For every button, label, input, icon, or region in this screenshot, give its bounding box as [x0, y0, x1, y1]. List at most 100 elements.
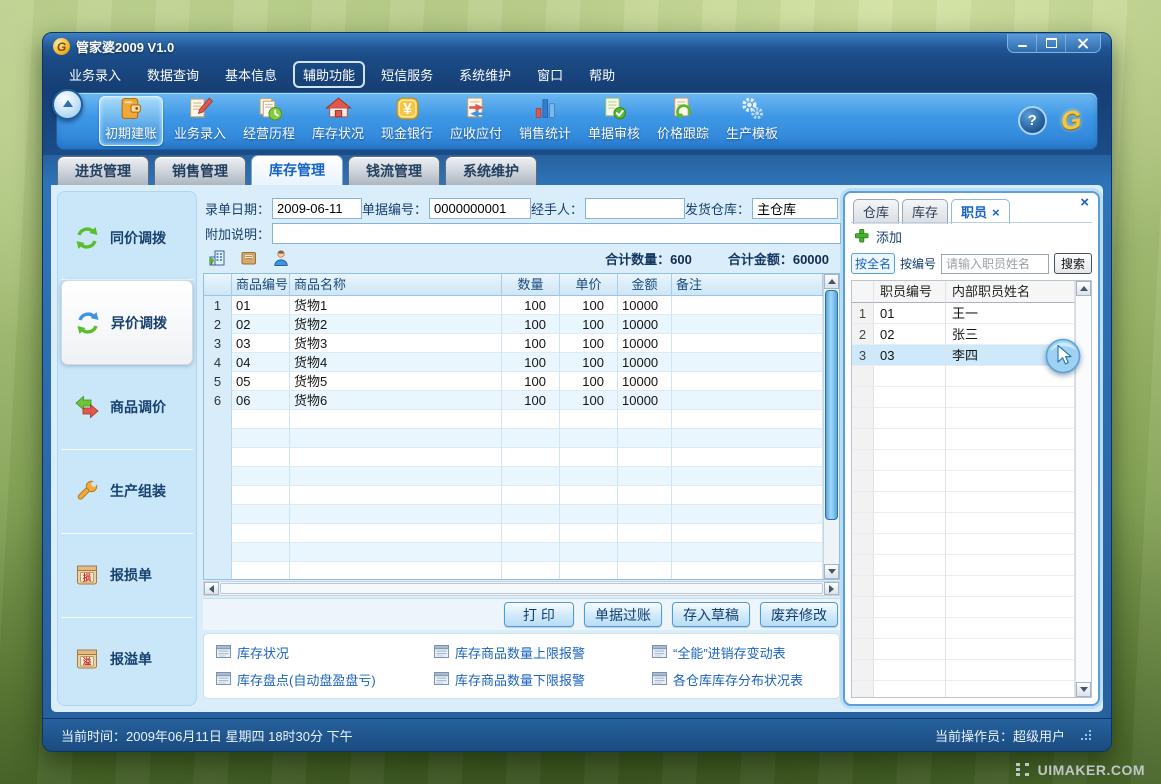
- filter-by-fullname-button[interactable]: 按全名: [851, 253, 895, 274]
- staff-empty-row[interactable]: [852, 408, 1075, 429]
- menu-item-6[interactable]: 窗口: [527, 61, 573, 88]
- toolbar-button-5[interactable]: 应收应付: [444, 96, 508, 146]
- handler-field-input[interactable]: [585, 198, 685, 219]
- staff-empty-row[interactable]: [852, 492, 1075, 513]
- tab-close-icon[interactable]: ×: [992, 205, 1000, 220]
- quick-link-4[interactable]: 库存商品数量下限报警: [434, 670, 652, 689]
- staff-empty-row[interactable]: [852, 366, 1075, 387]
- side-panel-tab-1[interactable]: 库存: [902, 199, 948, 224]
- items-empty-row[interactable]: [204, 505, 823, 524]
- minimize-button[interactable]: [1008, 34, 1037, 52]
- items-vertical-scrollbar[interactable]: [823, 274, 839, 579]
- scroll-down-button[interactable]: [1076, 682, 1091, 697]
- items-empty-row[interactable]: [204, 562, 823, 579]
- staff-empty-row[interactable]: [852, 597, 1075, 618]
- action-button-1[interactable]: 单据过账: [584, 602, 662, 627]
- action-button-3[interactable]: 废弃修改: [760, 602, 838, 627]
- scrollbar-thumb[interactable]: [825, 290, 838, 520]
- items-empty-row[interactable]: [204, 467, 823, 486]
- sidebar-item-1[interactable]: 异价调拨: [61, 280, 193, 365]
- warehouse-mini-icon[interactable]: [207, 248, 227, 268]
- sidebar-item-5[interactable]: 溢报溢单: [61, 618, 193, 701]
- toolbar-button-6[interactable]: 销售统计: [513, 96, 577, 146]
- menu-item-5[interactable]: 系统维护: [449, 61, 521, 88]
- note-input[interactable]: [272, 223, 841, 244]
- quick-link-0[interactable]: 库存状况: [216, 643, 434, 662]
- quick-link-1[interactable]: 库存商品数量上限报警: [434, 643, 652, 662]
- items-empty-row[interactable]: [204, 524, 823, 543]
- items-empty-row[interactable]: [204, 448, 823, 467]
- staff-empty-row[interactable]: [852, 681, 1075, 697]
- scroll-up-button[interactable]: [1076, 281, 1091, 296]
- staff-empty-row[interactable]: [852, 618, 1075, 639]
- action-button-2[interactable]: 存入草稿: [672, 602, 750, 627]
- menu-item-0[interactable]: 业务录入: [59, 61, 131, 88]
- staff-empty-row[interactable]: [852, 555, 1075, 576]
- quick-link-3[interactable]: 库存盘点(自动盘盈盘亏): [216, 670, 434, 689]
- module-tab-0[interactable]: 进货管理: [57, 156, 149, 185]
- action-button-0[interactable]: 打 印: [504, 602, 574, 627]
- menu-item-7[interactable]: 帮助: [579, 61, 625, 88]
- help-icon[interactable]: ?: [1018, 106, 1047, 135]
- staff-empty-row[interactable]: [852, 387, 1075, 408]
- items-row[interactable]: 202货物210010010000: [204, 315, 823, 334]
- sidebar-item-4[interactable]: 损报损单: [61, 534, 193, 618]
- staff-search-button[interactable]: 搜索: [1054, 253, 1092, 274]
- staff-row[interactable]: 303李四: [852, 345, 1075, 366]
- staff-empty-row[interactable]: [852, 471, 1075, 492]
- staff-mini-icon[interactable]: [271, 248, 291, 268]
- items-empty-row[interactable]: [204, 410, 823, 429]
- toolbar-button-8[interactable]: 价格跟踪: [651, 96, 715, 146]
- toolbar-button-4[interactable]: ¥现金银行: [375, 96, 439, 146]
- filter-by-code-button[interactable]: 按编号: [900, 255, 936, 272]
- staff-empty-row[interactable]: [852, 576, 1075, 597]
- staff-empty-row[interactable]: [852, 639, 1075, 660]
- items-row[interactable]: 404货物410010010000: [204, 353, 823, 372]
- staff-empty-row[interactable]: [852, 429, 1075, 450]
- side-panel-tab-0[interactable]: 仓库: [853, 199, 899, 224]
- module-tab-1[interactable]: 销售管理: [154, 156, 246, 185]
- toolbar-button-2[interactable]: 经营历程: [237, 96, 301, 146]
- module-tab-3[interactable]: 钱流管理: [348, 156, 440, 185]
- module-tab-2[interactable]: 库存管理: [251, 155, 343, 185]
- add-staff-button[interactable]: 添加: [851, 223, 1092, 250]
- items-empty-row[interactable]: [204, 543, 823, 562]
- doc-number-field-input[interactable]: [429, 198, 531, 219]
- items-row[interactable]: 303货物310010010000: [204, 334, 823, 353]
- toolbar-button-1[interactable]: 业务录入: [168, 96, 232, 146]
- collapse-toolbar-button[interactable]: [52, 89, 83, 120]
- sidebar-item-2[interactable]: 商品调价: [61, 365, 193, 449]
- toolbar-button-7[interactable]: 单据审核: [582, 96, 646, 146]
- stock-mini-icon[interactable]: [239, 248, 259, 268]
- quick-link-5[interactable]: 各仓库库存分布状况表: [652, 670, 839, 689]
- side-panel-tab-2[interactable]: 职员×: [951, 199, 1010, 224]
- scroll-down-button[interactable]: [824, 564, 839, 579]
- close-button[interactable]: [1066, 34, 1100, 52]
- staff-empty-row[interactable]: [852, 534, 1075, 555]
- entry-date-field-input[interactable]: [272, 198, 362, 219]
- menu-item-1[interactable]: 数据查询: [137, 61, 209, 88]
- items-empty-row[interactable]: [204, 429, 823, 448]
- items-horizontal-scrollbar[interactable]: [203, 581, 840, 596]
- ship-warehouse-field-input[interactable]: [752, 198, 838, 219]
- scroll-right-button[interactable]: [824, 582, 839, 595]
- quick-link-2[interactable]: “全能”进销存变动表: [652, 643, 839, 662]
- scroll-up-button[interactable]: [824, 274, 839, 289]
- staff-empty-row[interactable]: [852, 660, 1075, 681]
- toolbar-button-3[interactable]: 库存状况: [306, 96, 370, 146]
- items-row[interactable]: 505货物510010010000: [204, 372, 823, 391]
- toolbar-button-9[interactable]: 生产模板: [720, 96, 784, 146]
- sidebar-item-3[interactable]: 生产组装: [61, 450, 193, 534]
- staff-search-input[interactable]: [941, 254, 1049, 274]
- items-row[interactable]: 606货物610010010000: [204, 391, 823, 410]
- staff-empty-row[interactable]: [852, 513, 1075, 534]
- resize-grip[interactable]: [1077, 727, 1093, 743]
- toolbar-button-0[interactable]: 初期建账: [99, 96, 163, 146]
- staff-empty-row[interactable]: [852, 450, 1075, 471]
- module-tab-4[interactable]: 系统维护: [445, 156, 537, 185]
- staff-row[interactable]: 101王一: [852, 303, 1075, 324]
- side-panel-close-icon[interactable]: ×: [1080, 195, 1089, 210]
- menu-item-2[interactable]: 基本信息: [215, 61, 287, 88]
- menu-item-3[interactable]: 辅助功能: [293, 61, 365, 88]
- scrollbar-thumb[interactable]: [220, 583, 823, 594]
